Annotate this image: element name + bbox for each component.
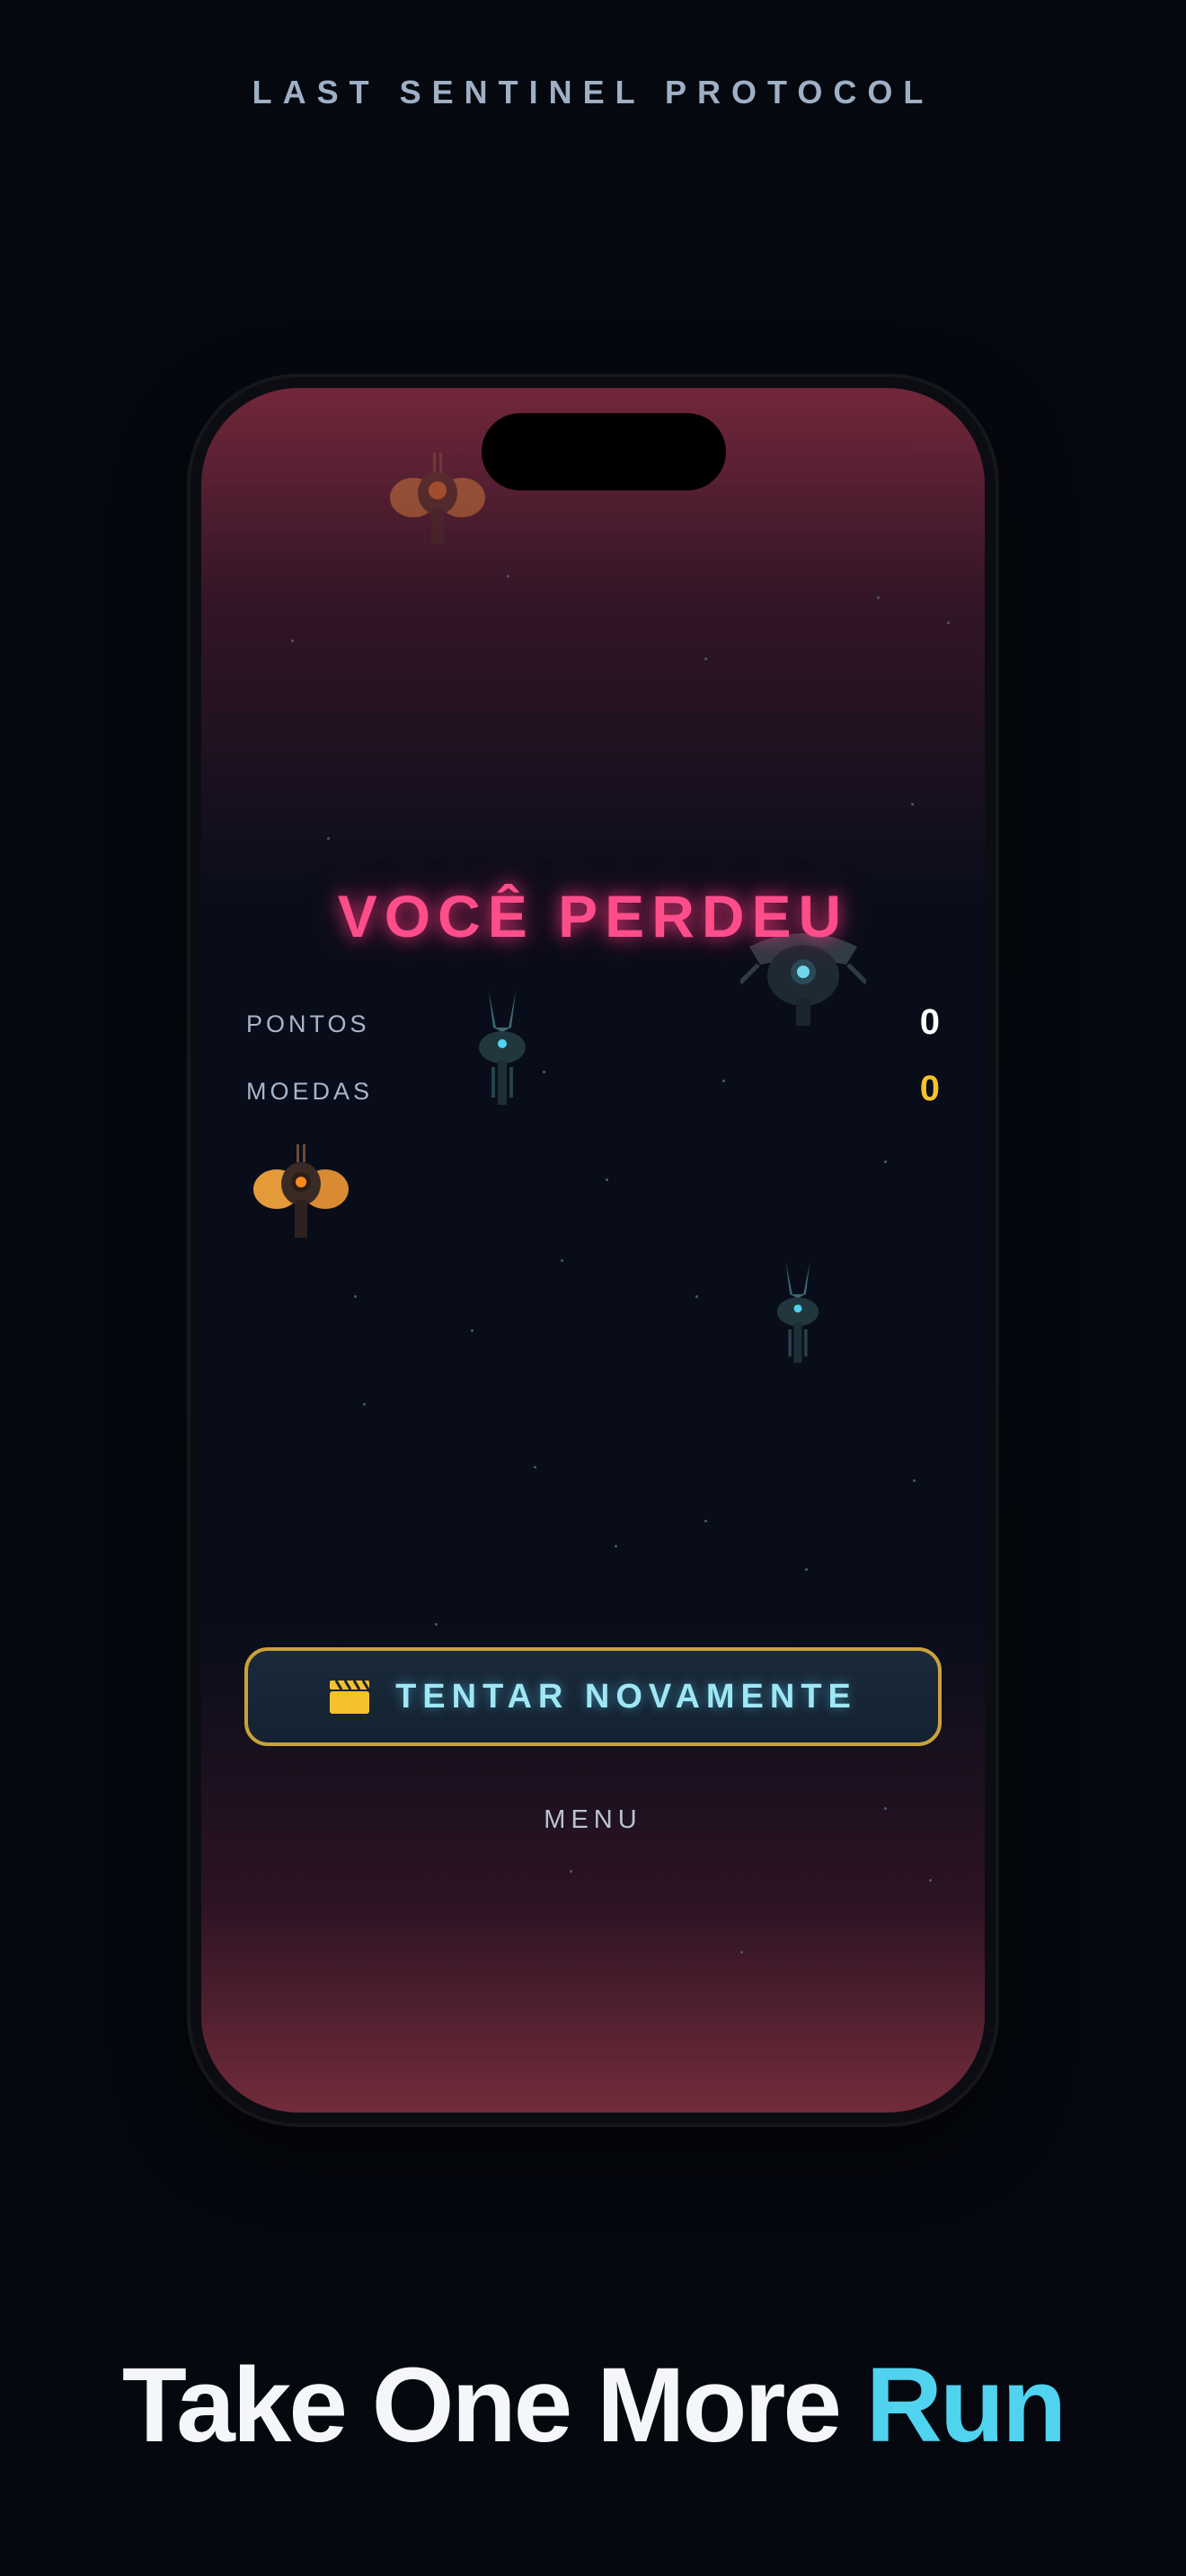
star: [947, 622, 950, 624]
star: [722, 1080, 725, 1082]
star: [695, 1295, 698, 1298]
star: [615, 1545, 617, 1548]
star: [877, 596, 880, 599]
tagline-accent: Run: [865, 2346, 1067, 2465]
app-title: LAST SENTINEL PROTOCOL: [252, 74, 934, 110]
game-screen: VOCÊ PERDEU PONTOS 0 MOEDAS 0 TENTAR NOV…: [201, 388, 985, 2113]
star: [929, 1879, 932, 1882]
star: [740, 1951, 743, 1954]
coins-label: MOEDAS: [246, 1078, 374, 1105]
star: [704, 1520, 707, 1522]
star: [471, 1329, 474, 1332]
score-label: PONTOS: [246, 1010, 370, 1037]
star: [543, 1071, 545, 1073]
enemy-ship-orange: [253, 1144, 349, 1238]
star: [704, 657, 707, 660]
clapperboard-icon: [330, 1680, 370, 1714]
retry-button[interactable]: TENTAR NOVAMENTE: [244, 1647, 942, 1746]
dynamic-island: [482, 413, 726, 490]
enemy-ship-cyan-small: [479, 992, 526, 1105]
star: [570, 1870, 572, 1873]
tagline: Take One More Run: [0, 2344, 1186, 2466]
menu-button[interactable]: MENU: [201, 1805, 985, 1835]
star: [561, 1259, 563, 1262]
star: [363, 1403, 366, 1406]
coins-value: 0: [919, 1069, 940, 1108]
game-over-title: VOCÊ PERDEU: [337, 883, 849, 949]
enemy-ship-cyan-small: [776, 1262, 819, 1363]
star: [805, 1568, 808, 1571]
star: [534, 1466, 536, 1469]
star: [291, 640, 294, 642]
star: [884, 1160, 887, 1163]
tagline-text: Take One More: [121, 2346, 842, 2465]
star: [354, 1295, 357, 1298]
star: [327, 837, 330, 840]
star: [606, 1178, 608, 1181]
phone-frame: VOCÊ PERDEU PONTOS 0 MOEDAS 0 TENTAR NOV…: [190, 377, 996, 2123]
score-value: 0: [919, 1002, 940, 1042]
star: [913, 1479, 916, 1482]
star: [911, 803, 914, 806]
retry-button-label: TENTAR NOVAMENTE: [395, 1677, 857, 1716]
enemy-ship-orange-faded: [390, 453, 485, 544]
star: [435, 1623, 438, 1626]
star: [507, 575, 509, 578]
